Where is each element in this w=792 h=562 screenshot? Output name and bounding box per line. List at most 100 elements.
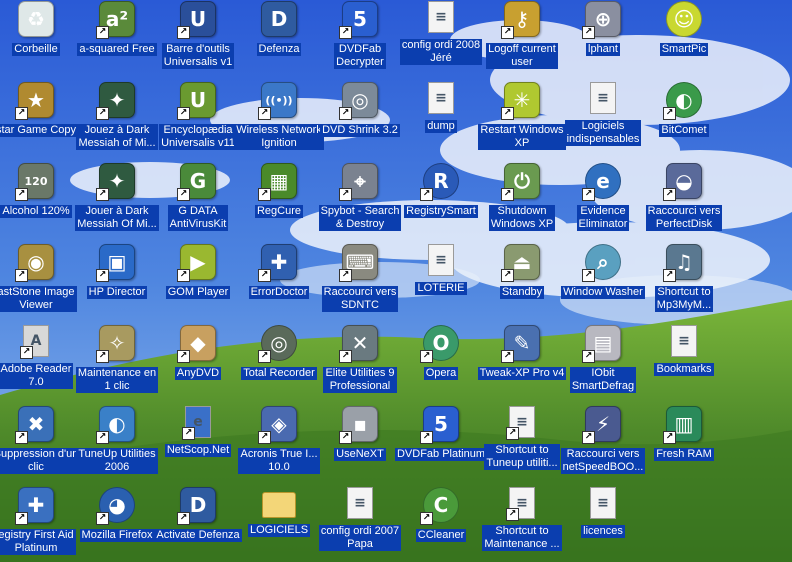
shortcut-arrow-icon: ↗ [339, 26, 352, 39]
fresh-ram-icon: ▥ ↗ [663, 406, 702, 444]
desktop-icon-label: G DATA AntiVirusKit [167, 205, 229, 231]
desktop-icon[interactable]: ◐ ↗ BitComet [636, 81, 732, 159]
shortcut-arrow-icon: ↗ [582, 269, 595, 282]
shortcut-arrow-icon: ↗ [501, 269, 514, 282]
shortcut-arrow-icon: ↗ [420, 512, 433, 525]
shortcut-arrow-icon: ↗ [582, 431, 595, 444]
shortcut-arrow-icon: ↗ [501, 350, 514, 363]
dragon-icon: ✦ ↗ [96, 163, 135, 201]
firefox-icon: ◕ ↗ [96, 487, 135, 525]
desktop-icon-label: Alcohol 120% [0, 205, 72, 218]
desktop-icon-label: GOM Player [165, 286, 231, 299]
shortcut-arrow-icon: ↗ [582, 26, 595, 39]
desktop-icon-label: Mozilla Firefox [79, 529, 155, 542]
hp-director-icon: ▣ ↗ [96, 244, 135, 282]
recycle-bin-icon: ♻ [18, 1, 54, 37]
shortcut-arrow-icon: ↗ [663, 431, 676, 444]
spybot-icon: ⌖ ↗ [339, 163, 378, 201]
ccleaner-icon: C ↗ [420, 487, 459, 525]
shortcut-arrow-icon: ↗ [96, 512, 109, 525]
desktop-icon-label: BitComet [659, 124, 709, 137]
shortcut-arrow-icon: ↗ [182, 427, 195, 440]
power-icon: ⏻ ↗ [501, 163, 540, 201]
registrysmart-icon: R ↗ [420, 163, 459, 201]
shortcut-arrow-icon: ↗ [15, 188, 28, 201]
magnifier-icon: ⌕ ↗ [582, 244, 621, 282]
desktop-icon[interactable]: ☺ SmartPic [636, 0, 732, 78]
desktop-icon-label: Barre d'outils Universalis v1 [161, 43, 235, 69]
shortcut-arrow-icon: ↗ [420, 188, 433, 201]
desktop-icon[interactable]: ▥ ↗ Fresh RAM [636, 405, 732, 483]
desktop-icon-label: DVDFab Decrypter [334, 43, 386, 69]
first-aid-icon: ✚ ↗ [15, 487, 54, 525]
desktop-icon-label: Adobe Reader 7.0 [0, 363, 74, 389]
desktop-icon-label: Standby [499, 286, 545, 299]
acronis-icon: ◈ ↗ [258, 406, 297, 444]
alcohol-icon: 120 ↗ [15, 163, 54, 201]
desktop-icon-label: Wireless Network Ignition [234, 124, 324, 150]
shortcut-arrow-icon: ↗ [420, 431, 433, 444]
desktop-icon-label: Shortcut to Mp3MyM... [654, 286, 714, 312]
gdata-icon: G ↗ [177, 163, 216, 201]
star-icon: ★ ↗ [15, 82, 54, 120]
desktop-icon-label: Fresh RAM [654, 448, 714, 461]
gom-player-icon: ▶ ↗ [177, 244, 216, 282]
desktop-icon-label: AnyDVD [174, 367, 222, 380]
document-shortcut-icon: ≡ ↗ [506, 487, 535, 521]
shortcut-arrow-icon: ↗ [15, 107, 28, 120]
shortcut-arrow-icon: ↗ [96, 269, 109, 282]
document-shortcut-icon: ≡ ↗ [506, 406, 535, 440]
desktop-icon-label: Encyclopædia Universalis v11 [159, 124, 237, 150]
desktop-icon-label: dump [425, 120, 457, 133]
tools-icon: ✕ ↗ [339, 325, 378, 363]
regcure-cubes-icon: ▦ ↗ [258, 163, 297, 201]
shortcut-arrow-icon: ↗ [506, 427, 519, 440]
evidence-eliminator-icon: e ↗ [582, 163, 621, 201]
netspeedboost-icon: ⚡ ↗ [582, 406, 621, 444]
desktop-icon-label: Defenza [256, 43, 302, 56]
desktop-icon-label: Raccourci vers PerfectDisk [645, 205, 723, 231]
desktop-icon-label: config ordi 2008 Jéré [399, 39, 483, 65]
desktop-icon-label: lphant [586, 43, 620, 56]
usenext-icon: ▪ ↗ [339, 406, 378, 444]
shortcut-arrow-icon: ↗ [258, 269, 271, 282]
desktop-icon-label: RegistrySmart [404, 205, 478, 218]
shortcut-arrow-icon: ↗ [258, 188, 271, 201]
suppression-icon: ✖ ↗ [15, 406, 54, 444]
desktop-icon-label: Shutdown Windows XP [488, 205, 556, 231]
tweak-xp-icon: ✎ ↗ [501, 325, 540, 363]
desktop-icon-label: LOTERIE [415, 282, 467, 295]
desktop-icon[interactable]: ◒ ↗ Raccourci vers PerfectDisk [636, 162, 732, 240]
text-file-icon: ≡ [428, 1, 454, 33]
dvdfab-icon: 5 ↗ [339, 1, 378, 39]
shortcut-arrow-icon: ↗ [420, 350, 433, 363]
shortcut-arrow-icon: ↗ [258, 431, 271, 444]
shortcut-arrow-icon: ↗ [506, 508, 519, 521]
desktop-icon[interactable]: ≡ licences [555, 486, 651, 562]
desktop-icon-label: Activate Defenza [154, 529, 242, 542]
desktop-icon-label: Jouez à Dark Messiah of Mi... [76, 124, 158, 150]
shortcut-arrow-icon: ↗ [177, 107, 190, 120]
desktop-icon-label: Maintenance en 1 clic [75, 367, 159, 393]
desktop-icon-label: Bookmarks [654, 363, 714, 376]
wizard-icon: ✧ ↗ [96, 325, 135, 363]
shortcut-arrow-icon: ↗ [339, 431, 352, 444]
key-icon: ⚷ ↗ [501, 1, 540, 39]
desktop-icon-label: Window Washer [561, 286, 645, 299]
shortcut-arrow-icon: ↗ [96, 107, 109, 120]
standby-icon: ⏏ ↗ [501, 244, 540, 282]
desktop-icon-label: licences [581, 525, 625, 538]
smiley-icon: ☺ [666, 1, 702, 37]
text-file-icon: ≡ [347, 487, 373, 519]
opera-icon: O ↗ [420, 325, 459, 363]
text-file-icon: ≡ [671, 325, 697, 357]
text-file-icon: ≡ [428, 82, 454, 114]
desktop-icon-label: a-squared Free [77, 43, 157, 56]
desktop-icon[interactable]: ♫ ↗ Shortcut to Mp3MyM... [636, 243, 732, 321]
desktop-icon-label: Spybot - Search & Destroy [318, 205, 402, 231]
desktop-icon-label: Raccourci vers SDNTC [321, 286, 399, 312]
desktop[interactable]: ♻ Corbeille a² ↗ a-squared Free U ↗ Barre d'out… [0, 0, 792, 562]
desktop-icon-label: TuneUp Utilities 2006 [76, 448, 158, 474]
sdntc-keyboard-icon: ⌨ ↗ [339, 244, 378, 282]
desktop-icon[interactable]: ≡ Bookmarks [636, 324, 732, 402]
